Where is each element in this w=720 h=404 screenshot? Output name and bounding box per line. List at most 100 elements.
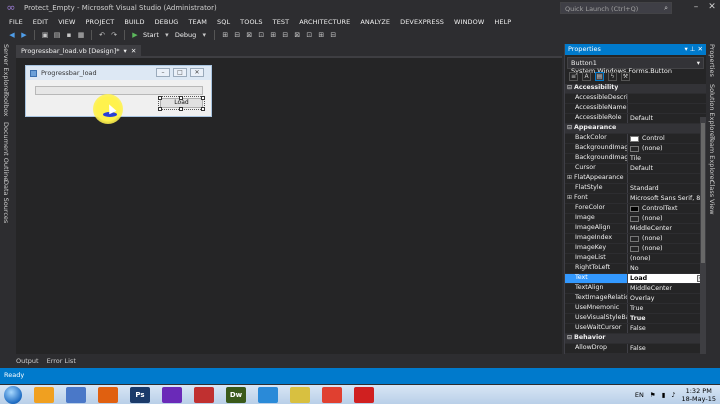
property-row[interactable]: UseVisualStyleBackColorTrue (565, 314, 706, 324)
scrollbar-thumb[interactable] (701, 123, 705, 263)
menu-test[interactable]: TEST (268, 18, 295, 26)
property-row[interactable]: ⊞ FlatAppearance (565, 174, 706, 184)
events-icon[interactable]: ϟ (608, 72, 617, 81)
menu-project[interactable]: PROJECT (81, 18, 120, 26)
dropdown-icon[interactable]: ▾ (200, 31, 208, 39)
selection-handle[interactable] (179, 107, 183, 111)
taskbar-app-icon[interactable] (34, 386, 54, 403)
property-value[interactable]: MiddleCenter (627, 224, 706, 233)
property-row[interactable]: TextAlign MiddleCenter (565, 284, 706, 294)
horizontal-spacing-icon[interactable]: ⊞ (317, 31, 325, 39)
property-value[interactable]: True (627, 304, 706, 313)
menu-architecture[interactable]: ARCHITECTURE (294, 18, 355, 26)
vertical-spacing-icon[interactable]: ⊟ (329, 31, 337, 39)
selection-handle[interactable] (179, 96, 183, 100)
object-selector[interactable]: Button1 System.Windows.Forms.Button ▾ (567, 57, 704, 75)
selection-handle[interactable] (158, 96, 162, 100)
menu-view[interactable]: VIEW (53, 18, 80, 26)
flag-icon[interactable]: ⚑ (650, 391, 656, 399)
property-value[interactable]: True (627, 314, 706, 323)
property-value[interactable]: (none) (627, 214, 706, 223)
start-button[interactable] (4, 385, 22, 404)
property-value[interactable]: Microsoft Sans Serif, 8. (627, 194, 706, 203)
align-centers-icon[interactable]: ⊟ (233, 31, 241, 39)
pin-icon[interactable]: ▾ (124, 47, 127, 55)
align-bottoms-icon[interactable]: ⊟ (281, 31, 289, 39)
make-same-size-icon[interactable]: ⊠ (293, 31, 301, 39)
error-list-tab[interactable]: Error List (47, 357, 76, 367)
class-view-tab[interactable]: Class View (708, 180, 716, 215)
property-value[interactable]: Default (627, 114, 706, 123)
open-file-icon[interactable]: ▤ (53, 31, 61, 39)
property-row[interactable]: UseWaitCursor False (565, 324, 706, 334)
close-icon[interactable]: ✕ (706, 1, 718, 13)
menu-file[interactable]: FILE (4, 18, 28, 26)
property-value[interactable]: False (627, 344, 706, 353)
start-button[interactable]: Start (143, 31, 159, 39)
property-row[interactable]: AllowDrop False (565, 344, 706, 354)
property-row[interactable]: Image (none) (565, 214, 706, 224)
menu-window[interactable]: WINDOW (449, 18, 489, 26)
quick-launch-input[interactable]: Quick Launch (Ctrl+Q) ⌕ (560, 2, 672, 14)
menu-team[interactable]: TEAM (183, 18, 212, 26)
properties-icon[interactable]: ▤ (595, 72, 604, 81)
redo-icon[interactable]: ↷ (110, 31, 118, 39)
menu-build[interactable]: BUILD (119, 18, 149, 26)
property-value[interactable] (627, 94, 706, 103)
property-row[interactable]: ForeColor ControlText (565, 204, 706, 214)
property-category[interactable]: ⊟ Accessibility (565, 84, 706, 94)
property-row[interactable]: ImageIndex (none) (565, 234, 706, 244)
properties-tab[interactable]: Properties (708, 44, 716, 77)
property-row[interactable]: TextImageRelationOverlay (565, 294, 706, 304)
team-explorer-tab[interactable]: Team Explorer (708, 136, 716, 182)
property-value[interactable]: (none) (627, 244, 706, 253)
property-value[interactable] (627, 174, 706, 183)
menu-debug[interactable]: DEBUG (150, 18, 184, 26)
taskbar-app-icon[interactable] (66, 386, 86, 403)
property-row[interactable]: ImageAlign MiddleCenter (565, 224, 706, 234)
taskbar-app-icon[interactable] (354, 386, 374, 403)
property-value[interactable]: (none) (627, 234, 706, 243)
property-value[interactable]: MiddleCenter (627, 284, 706, 293)
property-row[interactable]: AccessibleName (565, 104, 706, 114)
language-indicator[interactable]: EN (635, 391, 644, 399)
property-value[interactable]: Default (627, 164, 706, 173)
menu-tools[interactable]: TOOLS (235, 18, 267, 26)
align-middles-icon[interactable]: ⊞ (269, 31, 277, 39)
network-icon[interactable]: ▮ (662, 391, 666, 399)
taskbar-app-icon[interactable] (98, 386, 118, 403)
solution-explorer-tab[interactable]: Solution Explorer (708, 84, 716, 140)
property-row[interactable]: ImageKey (none) (565, 244, 706, 254)
collapse-icon[interactable]: ⊟ (567, 124, 572, 131)
clock[interactable]: 1:32 PM 18-May-15 (681, 387, 716, 403)
menu-sql[interactable]: SQL (212, 18, 235, 26)
selection-handle[interactable] (201, 96, 205, 100)
property-row[interactable]: UseMnemonic True (565, 304, 706, 314)
property-row[interactable]: ⊞ Font Microsoft Sans Serif, 8. (565, 194, 706, 204)
size-to-grid-icon[interactable]: ⊡ (305, 31, 313, 39)
save-all-icon[interactable]: ▦ (77, 31, 85, 39)
taskbar-app-icon[interactable] (290, 386, 310, 403)
volume-icon[interactable]: ♪ (671, 391, 675, 399)
categorized-icon[interactable]: ≡ (569, 72, 578, 81)
selection-handle[interactable] (158, 107, 162, 111)
collapse-icon[interactable]: ⊟ (567, 334, 572, 341)
align-lefts-icon[interactable]: ⊞ (221, 31, 229, 39)
taskbar-app-icon[interactable]: Dw (226, 386, 246, 403)
expand-icon[interactable]: ⊞ (567, 174, 572, 181)
property-value[interactable]: ControlText (627, 204, 706, 213)
dropdown-icon[interactable]: ▾ (163, 31, 171, 39)
new-project-icon[interactable]: ▣ (41, 31, 49, 39)
save-icon[interactable]: ▪ (65, 31, 73, 39)
taskbar-app-icon[interactable]: Ps (130, 386, 150, 403)
close-icon[interactable]: ✕ (698, 45, 703, 53)
menu-edit[interactable]: EDIT (28, 18, 53, 26)
selection-handle[interactable] (201, 107, 205, 111)
property-row[interactable]: RightToLeft No (565, 264, 706, 274)
property-value[interactable]: Control (627, 134, 706, 143)
property-row[interactable]: Cursor Default (565, 164, 706, 174)
property-value[interactable]: (none) (627, 254, 706, 263)
property-value[interactable]: Overlay (627, 294, 706, 303)
align-rights-icon[interactable]: ⊠ (245, 31, 253, 39)
output-tab[interactable]: Output (16, 357, 39, 367)
